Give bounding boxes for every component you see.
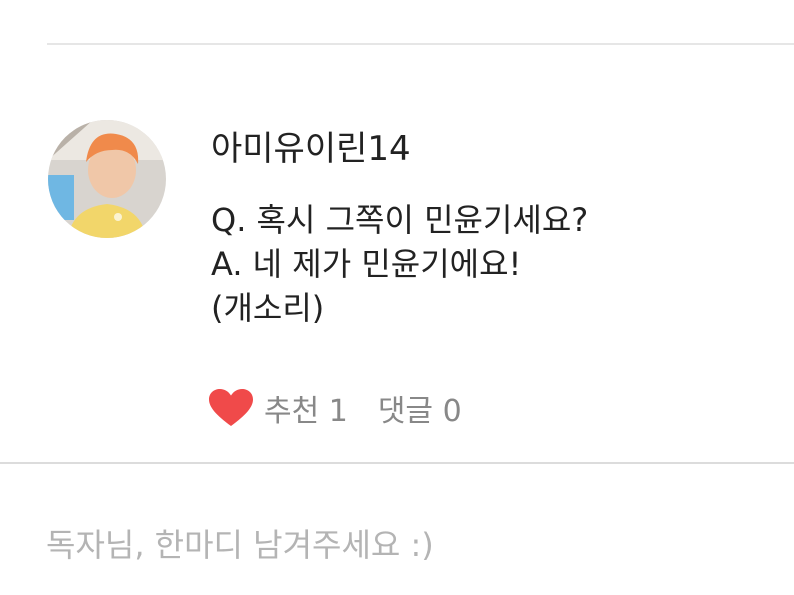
heart-icon[interactable] (208, 388, 254, 428)
comment-line: A. 네 제가 민윤기에요! (211, 245, 522, 283)
bottom-divider (0, 462, 794, 464)
author-name[interactable]: 아미유이린14 (211, 126, 411, 172)
comment-line: (개소리) (211, 289, 325, 327)
top-divider (47, 43, 794, 45)
recommend-button[interactable]: 추천 1 (264, 386, 348, 430)
comment-line: Q. 혹시 그쪽이 민윤기세요? (211, 201, 589, 239)
comment-body: Q. 혹시 그쪽이 민윤기세요? A. 네 제가 민윤기에요! (개소리) (211, 198, 588, 330)
reply-input[interactable] (46, 518, 746, 572)
avatar-image (48, 120, 166, 238)
avatar[interactable] (48, 120, 166, 238)
comment-count-button[interactable]: 댓글 0 (378, 386, 462, 430)
comment-actions: 추천 1 댓글 0 (208, 386, 462, 430)
